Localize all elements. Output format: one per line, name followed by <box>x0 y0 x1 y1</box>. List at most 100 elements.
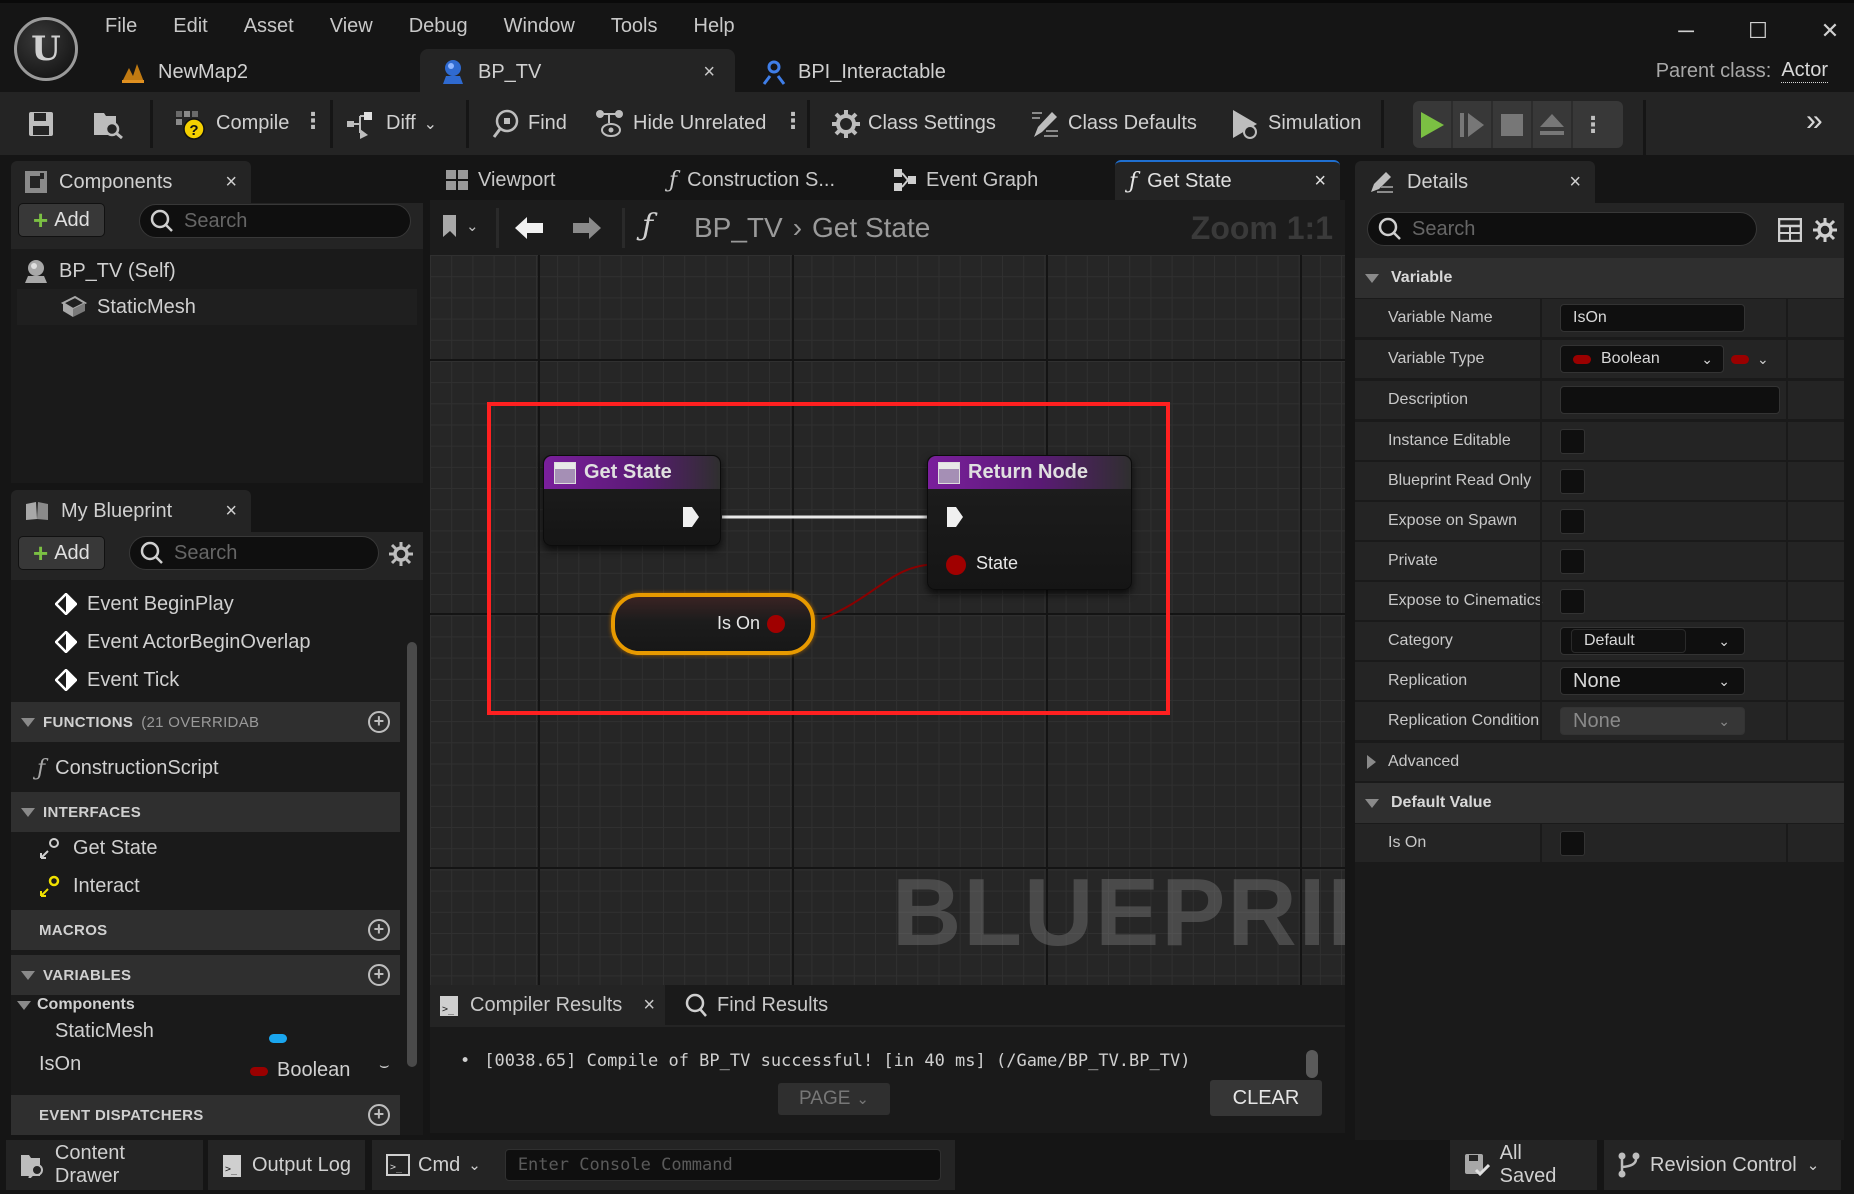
function-item[interactable]: ƒ ConstructionScript <box>37 750 219 786</box>
find-button[interactable]: Find <box>492 92 567 155</box>
default-is-on-checkbox[interactable] <box>1560 830 1585 856</box>
interface-function-item[interactable]: Interact <box>39 868 140 904</box>
default-value-group-header[interactable]: Default Value <box>1355 783 1844 823</box>
play-options-button[interactable]: ⋮ <box>1573 101 1613 148</box>
eye-closed-icon[interactable]: ⌣ <box>379 1057 390 1075</box>
class-settings-button[interactable]: Class Settings <box>832 92 996 155</box>
add-component-button[interactable]: + Add <box>18 203 105 237</box>
close-panel-icon[interactable]: × <box>225 500 237 523</box>
variable-group-header[interactable]: Variable <box>1355 258 1844 298</box>
my-blueprint-tab[interactable]: My Blueprint × <box>11 490 251 532</box>
event-item[interactable]: Event Tick <box>55 662 179 698</box>
compile-options-icon[interactable]: ⋮ <box>302 108 324 134</box>
hide-unrelated-options-icon[interactable]: ⋮ <box>782 108 804 134</box>
tab-viewport[interactable]: Viewport <box>432 160 632 200</box>
add-variable-icon[interactable]: + <box>368 964 390 986</box>
menu-edit[interactable]: Edit <box>173 13 225 40</box>
close-tab-icon[interactable]: × <box>643 994 655 1017</box>
interfaces-section-header[interactable]: INTERFACES <box>11 792 400 832</box>
scrollbar[interactable] <box>1306 1050 1318 1078</box>
variable-item-staticmesh[interactable]: StaticMesh <box>55 1020 395 1056</box>
scrollbar[interactable] <box>407 642 417 1067</box>
save-button[interactable] <box>28 92 54 155</box>
clear-button[interactable]: CLEAR <box>1210 1080 1322 1116</box>
category-combo[interactable]: Default ⌄ <box>1560 627 1745 655</box>
cmd-dropdown[interactable]: >_ Cmd ⌄ <box>386 1154 481 1177</box>
instance-editable-checkbox[interactable] <box>1560 428 1585 454</box>
class-defaults-button[interactable]: Class Defaults <box>1030 92 1197 155</box>
simulation-button[interactable]: Simulation <box>1230 92 1361 155</box>
category-value[interactable]: Default <box>1571 629 1686 653</box>
variable-item-ison[interactable]: IsOn Boolean ⌣ <box>39 1053 399 1089</box>
interface-function-item[interactable]: Get State <box>39 830 158 866</box>
private-checkbox[interactable] <box>1560 548 1585 574</box>
bookmark-button[interactable]: ⌄ <box>442 214 479 238</box>
doc-tab-bp-tv[interactable]: BP_TV × <box>420 49 735 95</box>
doc-tab-bpi-interactable[interactable]: BPI_Interactable <box>740 49 1040 95</box>
details-search-input[interactable]: Search <box>1367 212 1757 246</box>
blueprint-read-only-checkbox[interactable] <box>1560 468 1585 494</box>
stop-button[interactable] <box>1493 101 1533 148</box>
close-panel-icon[interactable]: × <box>1569 171 1581 194</box>
menu-tools[interactable]: Tools <box>611 13 676 40</box>
add-dispatcher-icon[interactable]: + <box>368 1104 390 1126</box>
hide-unrelated-button[interactable]: Hide Unrelated <box>595 92 766 155</box>
play-button[interactable] <box>1413 101 1453 148</box>
my-blueprint-search-input[interactable]: Search <box>129 536 379 570</box>
tab-get-state[interactable]: ƒ Get State × <box>1115 160 1340 200</box>
tab-compiler-results[interactable]: >_ Compiler Results × <box>430 985 665 1025</box>
close-panel-icon[interactable]: × <box>225 171 237 194</box>
settings-gear-icon[interactable] <box>1813 218 1837 242</box>
close-tab-icon[interactable]: × <box>1314 170 1326 193</box>
page-button[interactable]: PAGE ⌄ <box>778 1083 890 1115</box>
back-arrow-icon[interactable] <box>514 216 544 240</box>
variable-category-components[interactable]: Components <box>17 996 135 1014</box>
component-item-staticmesh[interactable]: StaticMesh <box>17 289 417 325</box>
forward-arrow-icon[interactable] <box>572 216 602 240</box>
diff-button[interactable]: Diff ⌄ <box>346 92 437 155</box>
event-dispatchers-section-header[interactable]: EVENT DISPATCHERS + <box>11 1095 400 1135</box>
menu-window[interactable]: Window <box>504 13 593 40</box>
doc-tab-newmap2[interactable]: NewMap2 <box>100 49 415 95</box>
expose-on-spawn-checkbox[interactable] <box>1560 508 1585 534</box>
variable-name-input[interactable]: IsOn <box>1560 304 1745 332</box>
component-item-self[interactable]: BP_TV (Self) <box>23 253 176 289</box>
parent-class-link[interactable]: Actor <box>1781 59 1828 83</box>
settings-gear-icon[interactable] <box>389 542 413 566</box>
details-tab[interactable]: Details × <box>1355 161 1595 203</box>
table-view-icon[interactable] <box>1778 218 1802 242</box>
container-type-dropdown[interactable]: ⌄ <box>1731 351 1769 368</box>
advance-frame-button[interactable] <box>1453 101 1493 148</box>
macros-section-header[interactable]: MACROS + <box>11 910 400 950</box>
components-search-input[interactable]: Search <box>139 204 411 238</box>
tab-find-results[interactable]: Find Results <box>675 985 838 1025</box>
event-item[interactable]: Event ActorBeginOverlap <box>55 624 310 660</box>
replication-dropdown[interactable]: None ⌄ <box>1560 667 1745 695</box>
console-command-input[interactable]: Enter Console Command <box>504 1149 941 1181</box>
menu-file[interactable]: File <box>105 13 155 40</box>
compile-button[interactable]: ? Compile <box>174 92 289 155</box>
add-macro-icon[interactable]: + <box>368 919 390 941</box>
variables-section-header[interactable]: VARIABLES + <box>11 955 400 995</box>
tab-event-graph[interactable]: Event Graph <box>880 160 1105 200</box>
revision-control-button[interactable]: Revision Control ⌄ <box>1604 1140 1844 1190</box>
variable-type-dropdown[interactable]: Boolean ⌄ <box>1560 345 1724 373</box>
content-drawer-button[interactable]: Content Drawer <box>6 1140 206 1190</box>
menu-asset[interactable]: Asset <box>244 13 312 40</box>
eject-button[interactable] <box>1533 101 1573 148</box>
breadcrumb-root[interactable]: BP_TV <box>694 212 783 244</box>
menu-help[interactable]: Help <box>694 13 753 40</box>
all-saved-button[interactable]: All Saved <box>1450 1140 1600 1190</box>
functions-section-header[interactable]: FUNCTIONS (21 OVERRIDAB + <box>11 702 400 742</box>
menu-view[interactable]: View <box>330 13 391 40</box>
add-function-icon[interactable]: + <box>368 711 390 733</box>
menu-debug[interactable]: Debug <box>409 13 486 40</box>
tab-construction-script[interactable]: ƒ Construction S... <box>655 160 875 200</box>
minimize-icon[interactable]: ─ <box>1672 17 1700 45</box>
output-log-button[interactable]: >_ Output Log <box>208 1140 368 1190</box>
components-tab[interactable]: Components × <box>11 161 251 203</box>
description-input[interactable] <box>1560 386 1780 414</box>
add-member-button[interactable]: + Add <box>18 536 105 570</box>
advanced-expander[interactable]: Advanced <box>1355 743 1844 783</box>
maximize-icon[interactable]: ☐ <box>1744 17 1772 45</box>
